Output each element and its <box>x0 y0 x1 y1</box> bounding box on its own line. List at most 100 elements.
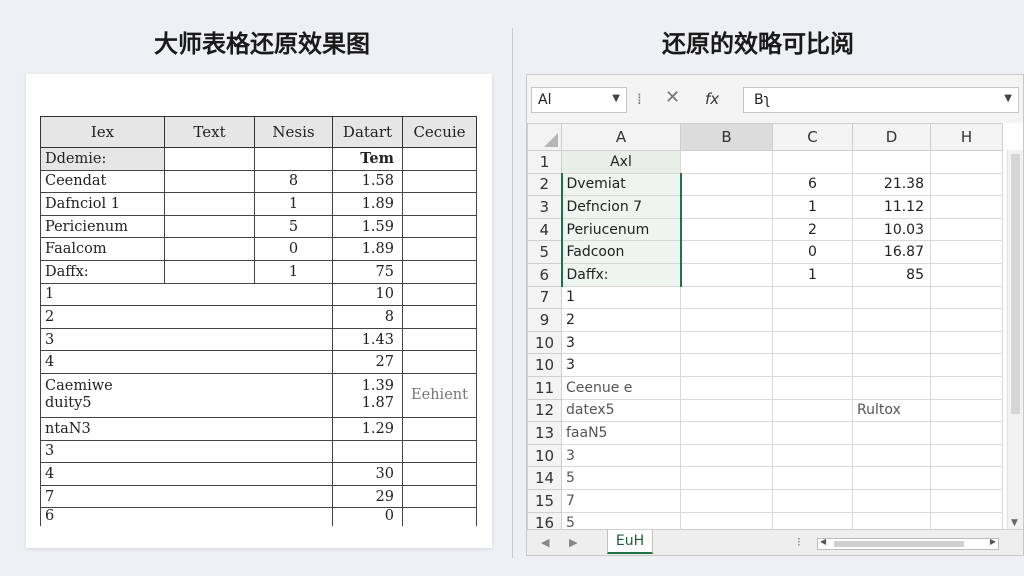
cell-a[interactable]: 2 <box>561 308 681 332</box>
column-header-d[interactable]: D <box>852 123 931 151</box>
cell-c[interactable] <box>772 353 853 377</box>
function-icon[interactable]: fx <box>705 90 719 108</box>
cell-h[interactable] <box>930 466 1003 490</box>
scroll-down-icon[interactable]: ▼ <box>1011 518 1018 528</box>
cell-a[interactable]: datex5 <box>561 398 681 423</box>
cell-h[interactable] <box>930 488 1003 513</box>
cell-h[interactable] <box>930 285 1003 310</box>
cell-b[interactable] <box>680 330 773 355</box>
cell-d[interactable]: 16.87 <box>852 240 931 264</box>
row-header[interactable]: 10 <box>527 330 562 355</box>
cancel-icon[interactable]: ✕ <box>665 87 680 108</box>
cell-h[interactable] <box>930 353 1003 377</box>
row-header[interactable]: 12 <box>527 398 562 423</box>
scroll-right-icon[interactable]: ▶ <box>990 537 996 546</box>
cell-a[interactable]: Periucenum <box>560 217 682 242</box>
cell-a[interactable]: Fadcoon <box>560 240 682 264</box>
cell-c[interactable] <box>772 466 853 490</box>
cell-b[interactable] <box>680 443 773 468</box>
cell-c[interactable]: 6 <box>772 172 853 197</box>
row-header[interactable]: 7 <box>527 285 562 310</box>
cell-a[interactable]: 5 <box>561 466 681 490</box>
cell-a[interactable]: 7 <box>561 488 681 513</box>
cell-d[interactable] <box>852 308 931 332</box>
cell-b[interactable] <box>680 353 773 377</box>
row-header[interactable]: 10 <box>527 443 562 468</box>
cell-b[interactable] <box>680 421 773 445</box>
cell-a[interactable]: 3 <box>561 353 681 377</box>
cell-d[interactable] <box>852 466 931 490</box>
cell-c[interactable] <box>772 488 853 513</box>
row-header[interactable]: 10 <box>527 353 562 377</box>
row-header[interactable]: 13 <box>527 421 562 445</box>
row-header[interactable]: 1 <box>527 150 562 174</box>
cell-c[interactable] <box>772 398 853 423</box>
cell-a[interactable]: Axl <box>561 150 681 174</box>
cell-c[interactable]: 1 <box>772 195 853 219</box>
cell-c[interactable] <box>772 285 853 310</box>
row-header[interactable]: 11 <box>527 375 562 400</box>
cell-c[interactable]: 2 <box>772 217 853 242</box>
cell-d[interactable]: 10.03 <box>852 217 931 242</box>
cell-h[interactable] <box>930 308 1003 332</box>
cell-b[interactable] <box>680 285 773 310</box>
cell-h[interactable] <box>930 150 1003 174</box>
cell-c[interactable] <box>772 308 853 332</box>
sheet-tab[interactable]: EuH <box>607 530 653 554</box>
row-header[interactable]: 14 <box>527 466 562 490</box>
scroll-left-icon[interactable]: ◀ <box>820 537 826 546</box>
more-options-icon[interactable]: ⁝ <box>797 535 801 549</box>
cell-b[interactable] <box>680 375 773 400</box>
cell-a[interactable]: Defncion 7 <box>560 195 682 219</box>
next-sheet-icon[interactable]: ▶ <box>569 536 577 549</box>
cell-c[interactable] <box>772 443 853 468</box>
cell-a[interactable]: 3 <box>561 330 681 355</box>
cell-h[interactable] <box>930 217 1003 242</box>
scrollbar-thumb[interactable] <box>1011 154 1020 414</box>
chevron-down-icon[interactable]: ▼ <box>612 93 620 104</box>
column-header-a[interactable]: A <box>561 123 681 151</box>
row-header[interactable]: 15 <box>527 488 562 513</box>
select-all-icon[interactable] <box>544 133 558 147</box>
cell-c[interactable] <box>772 330 853 355</box>
cell-b[interactable] <box>680 262 773 287</box>
column-header-c[interactable]: C <box>772 123 853 151</box>
cell-b[interactable] <box>680 466 773 490</box>
cell-b[interactable] <box>680 488 773 513</box>
cell-c[interactable] <box>772 150 853 174</box>
row-header[interactable]: 2 <box>527 172 562 197</box>
prev-sheet-icon[interactable]: ◀ <box>541 536 549 549</box>
cell-a[interactable]: Ceenue e <box>561 375 681 400</box>
name-box[interactable]: Al ▼ <box>531 87 627 113</box>
cell-b[interactable] <box>680 240 773 264</box>
cell-b[interactable] <box>680 150 773 174</box>
cell-d[interactable] <box>852 353 931 377</box>
cell-d[interactable]: Rultox <box>852 398 931 423</box>
vertical-scrollbar[interactable]: ▼ <box>1007 150 1023 530</box>
cell-d[interactable] <box>852 330 931 355</box>
cell-d[interactable] <box>852 375 931 400</box>
cell-d[interactable] <box>852 421 931 445</box>
cell-c[interactable] <box>772 421 853 445</box>
cell-d[interactable] <box>852 488 931 513</box>
cell-d[interactable] <box>852 443 931 468</box>
cell-d[interactable]: 21.38 <box>852 172 931 197</box>
cell-b[interactable] <box>680 308 773 332</box>
cell-d[interactable] <box>852 285 931 310</box>
select-all-corner[interactable] <box>527 123 562 151</box>
cell-d[interactable] <box>852 150 931 174</box>
cell-b[interactable] <box>680 195 773 219</box>
cell-h[interactable] <box>930 421 1003 445</box>
cell-a[interactable]: Daffx: <box>560 262 682 287</box>
horizontal-scrollbar[interactable]: ◀ ▶ <box>817 537 999 550</box>
cell-h[interactable] <box>930 375 1003 400</box>
cell-c[interactable]: 1 <box>772 262 853 287</box>
cell-h[interactable] <box>930 240 1003 264</box>
cell-h[interactable] <box>930 195 1003 219</box>
cell-h[interactable] <box>930 172 1003 197</box>
chevron-down-icon[interactable]: ▼ <box>1004 93 1012 104</box>
row-header[interactable]: 5 <box>527 240 562 264</box>
cell-h[interactable] <box>930 262 1003 287</box>
row-header[interactable]: 6 <box>527 262 562 287</box>
cell-d[interactable]: 11.12 <box>852 195 931 219</box>
